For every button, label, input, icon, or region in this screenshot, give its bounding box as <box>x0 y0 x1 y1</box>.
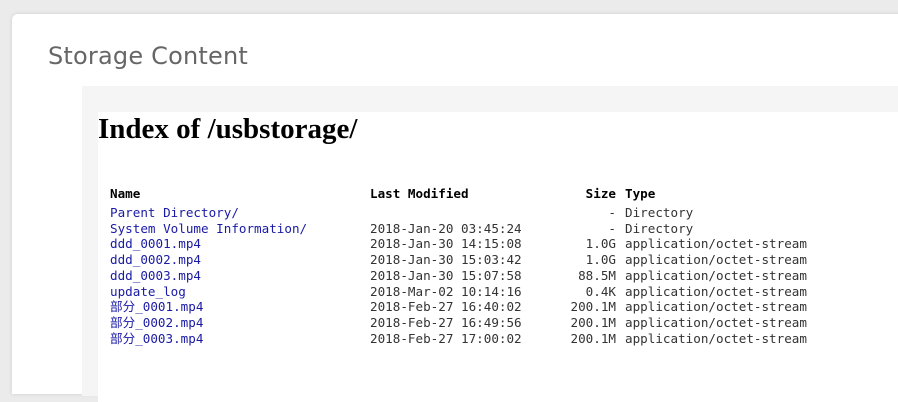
modified-cell: 2018-Feb-27 16:40:02 <box>370 299 522 315</box>
modified-cell: 2018-Mar-02 10:14:16 <box>370 283 522 299</box>
size-cell: 200.1M <box>570 299 617 315</box>
table-header-row: Name Last Modified Size Type <box>110 186 807 205</box>
size-cell: 0.4K <box>585 283 616 299</box>
table-row: 部分_0001.mp4 2018-Feb-27 16:40:02 200.1M … <box>110 299 807 315</box>
size-cell: 1.0G <box>585 252 616 268</box>
index-title: Index of /usbstorage/ <box>98 113 358 145</box>
file-link[interactable]: ddd_0003.mp4 <box>110 268 201 283</box>
size-cell: 200.1M <box>570 330 617 346</box>
type-cell: application/octet-stream <box>625 330 807 346</box>
column-header-modified: Last Modified <box>370 186 469 201</box>
modified-cell: 2018-Jan-30 15:07:58 <box>370 267 522 283</box>
modified-cell: 2018-Feb-27 16:49:56 <box>370 314 522 330</box>
size-cell: - <box>608 205 616 220</box>
file-link[interactable]: 部分_0002.mp4 <box>110 315 203 330</box>
column-header-name: Name <box>110 186 141 201</box>
file-link[interactable]: ddd_0001.mp4 <box>110 236 201 251</box>
modified-cell: 2018-Jan-30 14:15:08 <box>370 236 522 252</box>
file-link[interactable]: update_log <box>110 284 186 299</box>
table-row: ddd_0002.mp4 2018-Jan-30 15:03:42 1.0G a… <box>110 252 807 268</box>
type-cell: Directory <box>625 220 694 236</box>
file-link[interactable]: 部分_0001.mp4 <box>110 299 203 314</box>
size-cell: - <box>608 220 616 236</box>
type-cell: application/octet-stream <box>625 283 807 299</box>
type-cell: application/octet-stream <box>625 299 807 315</box>
table-row: update_log 2018-Mar-02 10:14:16 0.4K app… <box>110 284 807 300</box>
table-row: ddd_0001.mp4 2018-Jan-30 14:15:08 1.0G a… <box>110 236 807 252</box>
table-row: ddd_0003.mp4 2018-Jan-30 15:07:58 88.5M … <box>110 268 807 284</box>
section-title: Storage Content <box>48 42 248 70</box>
type-cell: application/octet-stream <box>625 236 807 252</box>
file-link[interactable]: Parent Directory/ <box>110 205 239 220</box>
size-cell: 1.0G <box>585 236 616 252</box>
type-cell: application/octet-stream <box>625 252 807 268</box>
table-row: Parent Directory/ - Directory <box>110 205 807 221</box>
file-listing-table: Name Last Modified Size Type Parent Dire… <box>110 186 807 346</box>
modified-cell: 2018-Feb-27 17:00:02 <box>370 330 522 346</box>
modified-cell: 2018-Jan-20 03:45:24 <box>370 220 522 236</box>
table-row: 部分_0002.mp4 2018-Feb-27 16:49:56 200.1M … <box>110 315 807 331</box>
modified-cell: 2018-Jan-30 15:03:42 <box>370 252 522 268</box>
file-link[interactable]: ddd_0002.mp4 <box>110 252 201 267</box>
file-link[interactable]: System Volume Information/ <box>110 221 307 236</box>
column-header-type: Type <box>625 186 656 201</box>
size-cell: 200.1M <box>570 314 617 330</box>
table-row: 部分_0003.mp4 2018-Feb-27 17:00:02 200.1M … <box>110 331 807 347</box>
type-cell: application/octet-stream <box>625 314 807 330</box>
size-cell: 88.5M <box>578 267 616 283</box>
modified-cell <box>370 205 550 221</box>
table-row: System Volume Information/ 2018-Jan-20 0… <box>110 221 807 237</box>
type-cell: application/octet-stream <box>625 267 807 283</box>
file-link[interactable]: 部分_0003.mp4 <box>110 331 203 346</box>
column-header-size: Size <box>585 186 616 201</box>
type-cell: Directory <box>625 205 694 220</box>
